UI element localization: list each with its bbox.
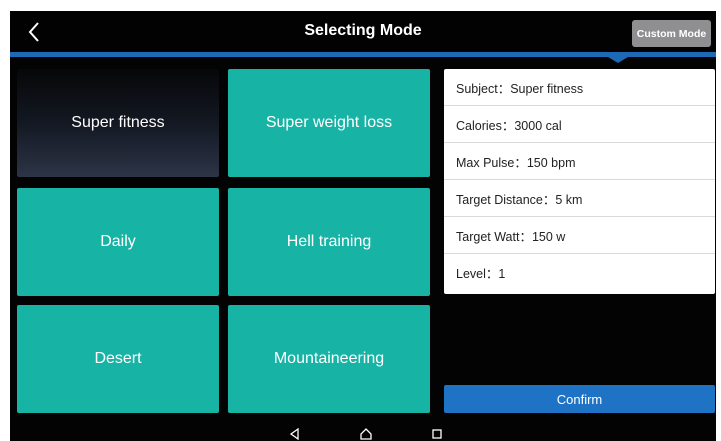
mode-details-panel: Subject：Super fitness Calories：3000 cal … xyxy=(444,69,715,294)
triangle-back-icon xyxy=(289,427,299,441)
detail-calories: Calories：3000 cal xyxy=(444,106,715,143)
mode-tile-mountaineering[interactable]: Mountaineering xyxy=(228,305,430,413)
detail-subject: Subject：Super fitness xyxy=(444,69,715,106)
mode-tile-hell-training[interactable]: Hell training xyxy=(228,188,430,296)
top-bar: Selecting Mode Custom Mode xyxy=(10,11,716,52)
nav-recents-button[interactable] xyxy=(430,427,444,441)
header-pointer xyxy=(608,57,628,63)
square-recents-icon xyxy=(432,429,442,439)
mode-tile-desert[interactable]: Desert xyxy=(17,305,219,413)
confirm-button[interactable]: Confirm xyxy=(444,385,715,413)
mode-tile-daily[interactable]: Daily xyxy=(17,188,219,296)
mode-tile-super-weight-loss[interactable]: Super weight loss xyxy=(228,69,430,177)
detail-level: Level：1 xyxy=(456,267,506,281)
nav-back-button[interactable] xyxy=(288,427,302,441)
app-screen: Selecting Mode Custom Mode Super fitness… xyxy=(10,11,716,441)
detail-max-pulse: Max Pulse：150 bpm xyxy=(444,143,715,180)
nav-home-button[interactable] xyxy=(359,427,373,441)
mode-tile-super-fitness[interactable]: Super fitness xyxy=(17,69,219,177)
custom-mode-button[interactable]: Custom Mode xyxy=(632,20,711,47)
detail-target-distance: Target Distance：5 km xyxy=(444,180,715,217)
detail-target-watt: Target Watt：150 w xyxy=(444,217,715,254)
page-title: Selecting Mode xyxy=(304,22,422,39)
home-icon xyxy=(360,428,372,440)
